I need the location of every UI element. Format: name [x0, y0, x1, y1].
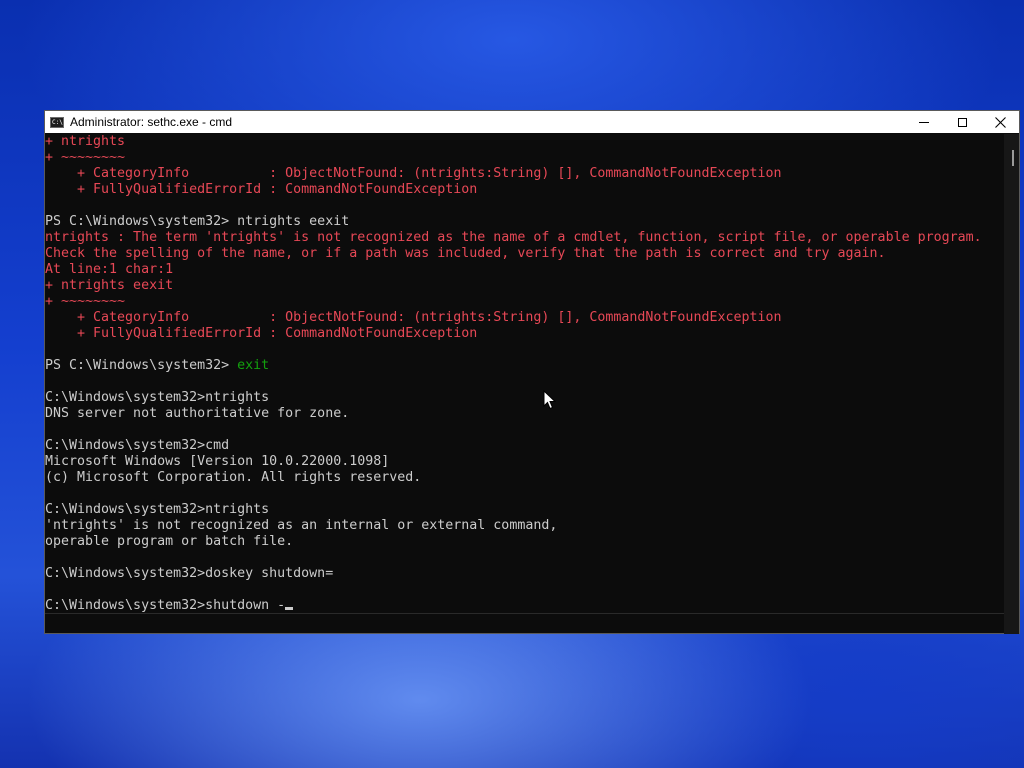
- console-line: PS C:\Windows\system32> ntrights eexit: [45, 214, 1004, 230]
- console-window[interactable]: C:\ Administrator: sethc.exe - cmd + ntr…: [44, 110, 1020, 634]
- error-text: + ~~~~~~~~: [45, 294, 126, 309]
- error-text: + FullyQualifiedErrorId : CommandNotFoun…: [45, 182, 478, 197]
- console-output[interactable]: + ntrights + ~~~~~~~~ + CategoryInfo : Ob…: [45, 134, 1004, 634]
- console-input-area[interactable]: [45, 613, 1004, 633]
- command-text: exit: [237, 358, 270, 373]
- console-line: + CategoryInfo : ObjectNotFound: (ntrigh…: [45, 166, 1004, 182]
- minimize-button[interactable]: [905, 111, 943, 133]
- console-line: + ~~~~~~~~: [45, 150, 1004, 166]
- console-line: C:\Windows\system32>doskey shutdown=: [45, 566, 1004, 582]
- output-text: C:\Windows\system32>ntrights: [45, 390, 270, 405]
- console-line: Check the spelling of the name, or if a …: [45, 246, 1004, 262]
- console-line: C:\Windows\system32>shutdown -: [45, 598, 1004, 614]
- console-line: C:\Windows\system32>ntrights: [45, 502, 1004, 518]
- prompt-text: PS C:\Windows\system32>: [45, 358, 238, 373]
- error-text: + ntrights eexit: [45, 278, 174, 293]
- console-line: + CategoryInfo : ObjectNotFound: (ntrigh…: [45, 310, 1004, 326]
- cmd-console-icon: C:\: [50, 116, 64, 128]
- vertical-scrollbar[interactable]: [1004, 134, 1019, 634]
- output-text: 'ntrights' is not recognized as an inter…: [45, 518, 558, 533]
- output-text: operable program or batch file.: [45, 534, 294, 549]
- error-text: + CategoryInfo : ObjectNotFound: (ntrigh…: [45, 166, 782, 181]
- error-text: Check the spelling of the name, or if a …: [45, 246, 886, 261]
- console-line: + FullyQualifiedErrorId : CommandNotFoun…: [45, 182, 1004, 198]
- console-line: 'ntrights' is not recognized as an inter…: [45, 518, 1004, 534]
- console-line: At line:1 char:1: [45, 262, 1004, 278]
- text-cursor: [285, 607, 294, 610]
- console-line: (c) Microsoft Corporation. All rights re…: [45, 470, 1004, 486]
- console-line: DNS server not authoritative for zone.: [45, 406, 1004, 422]
- minimize-icon: [919, 121, 929, 123]
- output-text: C:\Windows\system32>cmd: [45, 438, 230, 453]
- error-text: + CategoryInfo : ObjectNotFound: (ntrigh…: [45, 310, 782, 325]
- console-line: + ntrights eexit: [45, 278, 1004, 294]
- console-line: ntrights : The term 'ntrights' is not re…: [45, 230, 1004, 246]
- console-line: PS C:\Windows\system32> exit: [45, 358, 1004, 374]
- console-line: + FullyQualifiedErrorId : CommandNotFoun…: [45, 326, 1004, 342]
- error-text: + ntrights: [45, 134, 126, 149]
- maximize-icon: [957, 117, 967, 127]
- close-icon: [994, 116, 1006, 128]
- output-text: DNS server not authoritative for zone.: [45, 406, 350, 421]
- console-line: + ntrights: [45, 134, 1004, 150]
- output-text: (c) Microsoft Corporation. All rights re…: [45, 470, 422, 485]
- output-text: C:\Windows\system32>shutdown -: [45, 598, 286, 613]
- error-text: ntrights : The term 'ntrights' is not re…: [45, 230, 982, 245]
- title-bar[interactable]: C:\ Administrator: sethc.exe - cmd: [45, 111, 1019, 133]
- output-text: Microsoft Windows [Version 10.0.22000.10…: [45, 454, 390, 469]
- close-button[interactable]: [981, 111, 1019, 133]
- caption-buttons: [905, 111, 1019, 133]
- error-text: + ~~~~~~~~: [45, 150, 126, 165]
- error-text: + FullyQualifiedErrorId : CommandNotFoun…: [45, 326, 478, 341]
- output-text: PS C:\Windows\system32> ntrights eexit: [45, 214, 350, 229]
- output-text: C:\Windows\system32>ntrights: [45, 502, 270, 517]
- console-line: operable program or batch file.: [45, 534, 1004, 550]
- console-line: C:\Windows\system32>ntrights: [45, 390, 1004, 406]
- window-title: Administrator: sethc.exe - cmd: [70, 115, 233, 129]
- console-line: C:\Windows\system32>cmd: [45, 438, 1004, 454]
- error-text: At line:1 char:1: [45, 262, 174, 277]
- mouse-pointer-icon: [543, 390, 557, 410]
- console-line: Microsoft Windows [Version 10.0.22000.10…: [45, 454, 1004, 470]
- scrollbar-thumb[interactable]: [1012, 150, 1014, 166]
- output-text: C:\Windows\system32>doskey shutdown=: [45, 566, 334, 581]
- maximize-button[interactable]: [943, 111, 981, 133]
- console-line: + ~~~~~~~~: [45, 294, 1004, 310]
